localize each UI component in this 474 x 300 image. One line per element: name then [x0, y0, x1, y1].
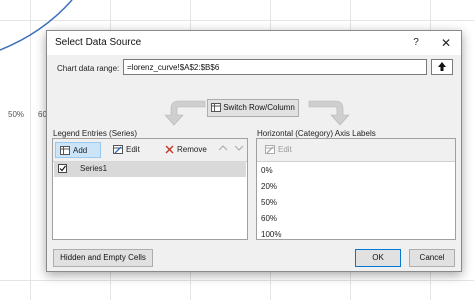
- series-checkbox[interactable]: [58, 164, 67, 173]
- move-down-button[interactable]: [231, 142, 247, 158]
- add-series-button[interactable]: Add: [55, 142, 101, 158]
- legend-entries-label: Legend Entries (Series): [53, 129, 138, 138]
- switch-row-column-button[interactable]: Switch Row/Column: [207, 99, 299, 117]
- category-item[interactable]: 100%: [261, 230, 281, 239]
- checkmark-icon: [59, 165, 66, 172]
- hidden-empty-cells-button[interactable]: Hidden and Empty Cells: [53, 249, 153, 267]
- category-item[interactable]: 50%: [261, 198, 277, 207]
- arrow-up-icon: [438, 62, 446, 71]
- chart-data-range-input[interactable]: =lorenz_curve!$A$2:$B$6: [123, 59, 427, 75]
- move-up-button[interactable]: [215, 142, 231, 158]
- chart-data-range-label: Chart data range:: [57, 64, 120, 73]
- edit-table-icon: [265, 145, 275, 155]
- dialog-titlebar: Select Data Source ? ✕: [47, 31, 461, 55]
- category-item[interactable]: 60%: [261, 214, 277, 223]
- ok-button[interactable]: OK: [355, 249, 401, 267]
- add-label: Add: [73, 146, 88, 155]
- axis-edit-label: Edit: [278, 145, 292, 154]
- legend-toolbar: Add Edit Remove: [53, 139, 247, 162]
- series-name: Series1: [80, 164, 108, 173]
- remove-series-button[interactable]: Remove: [161, 142, 213, 158]
- axis-toolbar: Edit: [257, 139, 455, 162]
- collapse-range-button[interactable]: [431, 59, 453, 75]
- edit-axis-labels-button[interactable]: Edit: [261, 142, 305, 158]
- edit-series-button[interactable]: Edit: [109, 142, 155, 158]
- remove-x-icon: [165, 145, 174, 154]
- chevron-up-icon: [218, 145, 228, 151]
- series-row[interactable]: Series1: [54, 161, 246, 177]
- switch-label: Switch Row/Column: [223, 103, 295, 112]
- category-item[interactable]: 0%: [261, 166, 273, 175]
- curved-arrow-left-icon: [164, 100, 206, 126]
- legend-entries-panel: Add Edit Remove Series1: [52, 138, 248, 240]
- chevron-down-icon: [234, 145, 244, 151]
- dialog-title: Select Data Source: [55, 37, 142, 48]
- grid-line: [0, 280, 474, 281]
- axis-tick-label: 50%: [8, 110, 25, 119]
- axis-labels-label: Horizontal (Category) Axis Labels: [257, 129, 376, 138]
- switch-icon: [211, 103, 222, 113]
- remove-label: Remove: [177, 145, 207, 154]
- add-table-icon: [60, 146, 70, 156]
- category-item[interactable]: 20%: [261, 182, 277, 191]
- curved-arrow-right-icon: [308, 100, 350, 126]
- help-button[interactable]: ?: [405, 34, 427, 52]
- close-button[interactable]: ✕: [435, 34, 457, 52]
- edit-label: Edit: [126, 145, 140, 154]
- select-data-source-dialog: Select Data Source ? ✕ Chart data range:…: [46, 30, 462, 272]
- axis-labels-panel: Edit 0% 20% 50% 60% 100%: [256, 138, 456, 240]
- cancel-button[interactable]: Cancel: [409, 249, 455, 267]
- edit-table-icon: [113, 145, 123, 155]
